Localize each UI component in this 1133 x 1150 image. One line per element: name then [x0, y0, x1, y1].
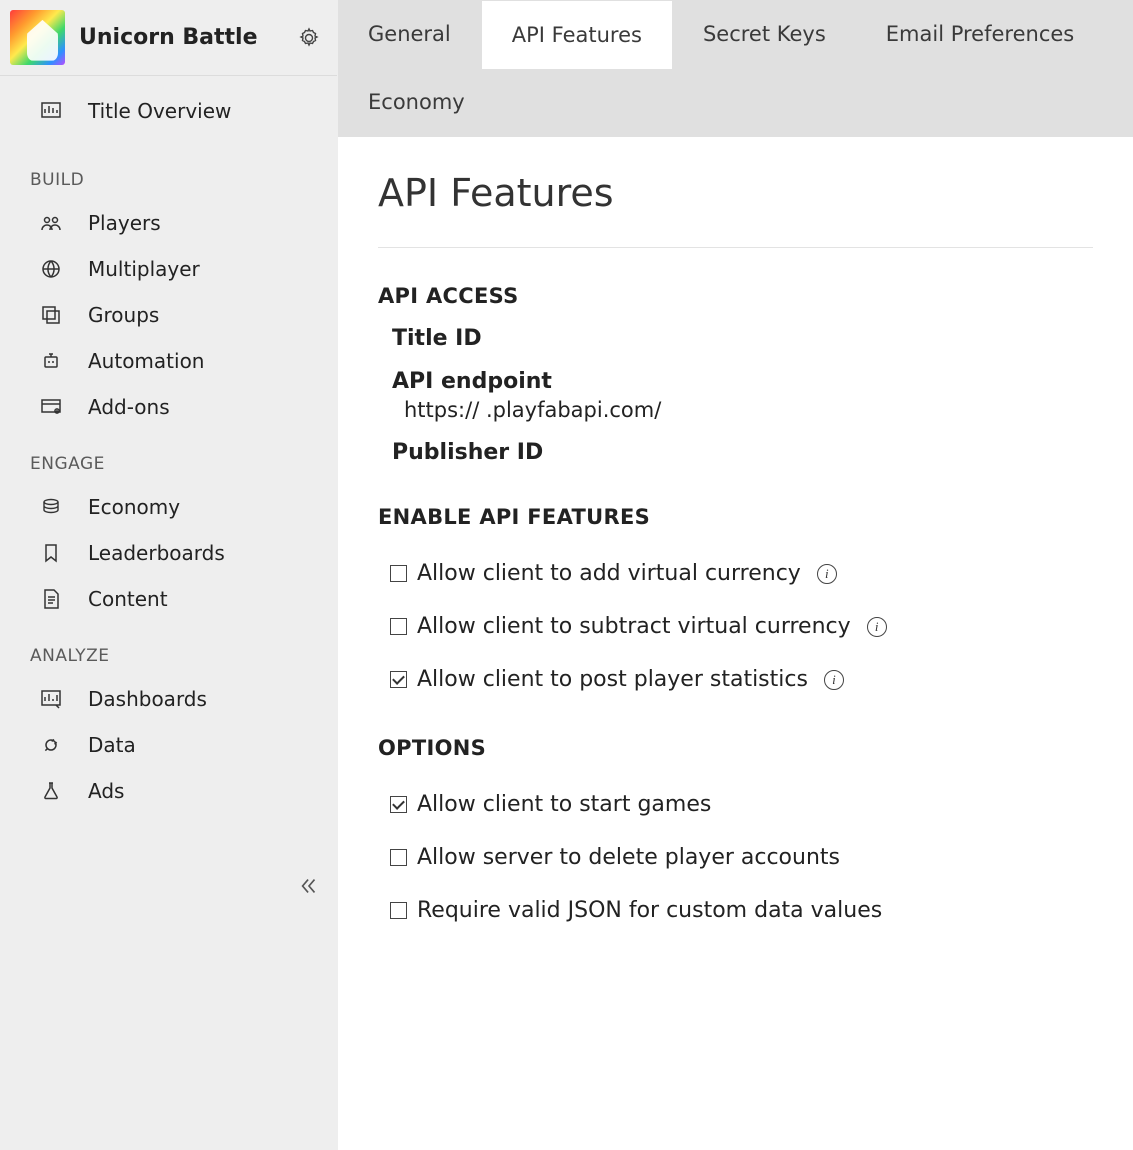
sidebar-item-dashboards[interactable]: Dashboards	[0, 676, 337, 722]
stack-icon	[38, 302, 64, 328]
sidebar-item-groups[interactable]: Groups	[0, 292, 337, 338]
field-title-id: Title ID	[392, 326, 1093, 351]
sidebar-item-label: Ads	[88, 779, 124, 803]
sidebar-item-label: Players	[88, 211, 161, 235]
sidebar-item-label: Automation	[88, 349, 204, 373]
sidebar: Unicorn Battle Title Overview BUILD Playe…	[0, 0, 338, 1150]
tabstrip: GeneralAPI FeaturesSecret KeysEmail Pref…	[338, 0, 1133, 137]
chart-icon	[38, 686, 64, 712]
settings-button[interactable]	[295, 24, 323, 52]
sidebar-item-label: Economy	[88, 495, 180, 519]
sidebar-item-economy[interactable]: Economy	[0, 484, 337, 530]
sidebar-item-multiplayer[interactable]: Multiplayer	[0, 246, 337, 292]
feature-label: Allow server to delete player accounts	[417, 845, 840, 870]
flask-icon	[38, 778, 64, 804]
coins-icon	[38, 494, 64, 520]
players-icon	[38, 210, 64, 236]
sidebar-item-label: Multiplayer	[88, 257, 200, 281]
field-label: Publisher ID	[392, 440, 1093, 465]
feature-row: Allow server to delete player accounts	[390, 831, 1093, 884]
enable-api-features-list: Allow client to add virtual currencyiAll…	[390, 547, 1093, 706]
checkbox[interactable]	[390, 671, 407, 688]
field-label: API endpoint	[392, 369, 1093, 394]
feature-row: Require valid JSON for custom data value…	[390, 884, 1093, 937]
checkbox[interactable]	[390, 902, 407, 919]
sidebar-item-label: Data	[88, 733, 136, 757]
feature-row: Allow client to start games	[390, 778, 1093, 831]
info-icon[interactable]: i	[817, 564, 837, 584]
feature-label: Allow client to start games	[417, 792, 711, 817]
chevrons-left-icon	[298, 875, 320, 897]
sidebar-item-label: Dashboards	[88, 687, 207, 711]
sidebar-section-label: ENGAGE	[0, 430, 337, 484]
feature-label: Allow client to add virtual currency	[417, 561, 801, 586]
tab-api-features[interactable]: API Features	[481, 0, 673, 69]
plug-icon	[38, 732, 64, 758]
sidebar-item-label: Content	[88, 587, 168, 611]
feature-row: Allow client to post player statistics i	[390, 653, 1093, 706]
gear-icon	[297, 26, 321, 50]
tab-email-preferences[interactable]: Email Preferences	[856, 0, 1104, 68]
sidebar-section-label: BUILD	[0, 146, 337, 200]
field-publisher-id: Publisher ID	[392, 440, 1093, 465]
sidebar-item-label: Groups	[88, 303, 159, 327]
avatar	[10, 10, 65, 65]
content: API Features API ACCESS Title ID API end…	[338, 137, 1133, 1150]
sidebar-item-content[interactable]: Content	[0, 576, 337, 622]
sidebar-section-label: ANALYZE	[0, 622, 337, 676]
sidebar-item-data[interactable]: Data	[0, 722, 337, 768]
sidebar-item-title-overview[interactable]: Title Overview	[0, 76, 337, 146]
feature-label: Allow client to subtract virtual currenc…	[417, 614, 851, 639]
feature-label: Require valid JSON for custom data value…	[417, 898, 882, 923]
section-heading-api-access: API ACCESS	[378, 284, 1093, 308]
tab-secret-keys[interactable]: Secret Keys	[673, 0, 856, 68]
sidebar-item-label: Add-ons	[88, 395, 170, 419]
sidebar-header: Unicorn Battle	[0, 0, 337, 76]
feature-row: Allow client to subtract virtual currenc…	[390, 600, 1093, 653]
section-heading-enable-features: ENABLE API FEATURES	[378, 505, 1093, 529]
sidebar-item-players[interactable]: Players	[0, 200, 337, 246]
robot-icon	[38, 348, 64, 374]
field-value: https:// .playfabapi.com/	[392, 398, 1093, 422]
checkbox[interactable]	[390, 618, 407, 635]
sidebar-item-add-ons[interactable]: Add-ons	[0, 384, 337, 430]
sidebar-item-automation[interactable]: Automation	[0, 338, 337, 384]
addons-icon	[38, 394, 64, 420]
overview-icon	[38, 98, 64, 124]
sidebar-title: Unicorn Battle	[79, 25, 281, 50]
page-title: API Features	[378, 171, 1093, 248]
checkbox[interactable]	[390, 796, 407, 813]
bookmark-icon	[38, 540, 64, 566]
sidebar-item-ads[interactable]: Ads	[0, 768, 337, 814]
feature-label: Allow client to post player statistics	[417, 667, 808, 692]
main: GeneralAPI FeaturesSecret KeysEmail Pref…	[338, 0, 1133, 1150]
info-icon[interactable]: i	[867, 617, 887, 637]
sidebar-item-label: Leaderboards	[88, 541, 225, 565]
sidebar-item-leaderboards[interactable]: Leaderboards	[0, 530, 337, 576]
options-list: Allow client to start games Allow server …	[390, 778, 1093, 937]
globe-icon	[38, 256, 64, 282]
feature-row: Allow client to add virtual currency i	[390, 547, 1093, 600]
section-heading-options: OPTIONS	[378, 736, 1093, 760]
tab-economy[interactable]: Economy	[338, 68, 495, 136]
info-icon[interactable]: i	[824, 670, 844, 690]
field-label: Title ID	[392, 326, 1093, 351]
document-icon	[38, 586, 64, 612]
field-api-endpoint: API endpoint https:// .playfabapi.com/	[392, 369, 1093, 422]
tab-general[interactable]: General	[338, 0, 481, 68]
sidebar-item-label: Title Overview	[88, 99, 231, 123]
collapse-sidebar-button[interactable]	[295, 872, 323, 900]
checkbox[interactable]	[390, 565, 407, 582]
checkbox[interactable]	[390, 849, 407, 866]
